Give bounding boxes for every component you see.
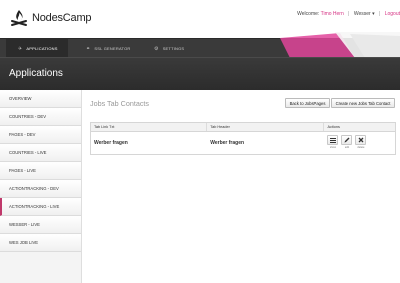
- column-header: Actions: [327, 125, 340, 129]
- decorative-stripes: [280, 32, 400, 58]
- gear-icon: ⚙: [154, 45, 159, 52]
- sidebar: OVERVIEW COUNTRIES - DEV PAGES - DEV COU…: [0, 90, 82, 283]
- logout-link[interactable]: Logout: [385, 11, 400, 17]
- sidebar-item-pages-dev[interactable]: PAGES - DEV: [0, 126, 81, 144]
- page-header: Applications: [0, 57, 400, 90]
- tab-applications[interactable]: ✈ APPLICATIONS: [6, 39, 68, 58]
- edit-label: edit: [344, 146, 350, 149]
- sidebar-item-actiontracking-dev[interactable]: ACTIONTRACKING - DEV: [0, 180, 81, 198]
- tab-label: SSL GENERATOR: [94, 46, 131, 51]
- sidebar-item-pages-live[interactable]: PAGES - LIVE: [0, 162, 81, 180]
- rocket-icon: ✈: [18, 45, 23, 52]
- user-bar: Welcome: Timo Hern | Wesser ▾ | Logout: [297, 11, 400, 17]
- user-name-link[interactable]: Timo Hern: [321, 11, 344, 17]
- delete-action: delete: [355, 135, 367, 149]
- column-header[interactable]: Tab Link Txt: [91, 123, 208, 131]
- main-nav: ✈ APPLICATIONS ⚭ SSL GENERATOR ⚙ SETTING…: [0, 32, 400, 58]
- chevron-down-icon[interactable]: ▾: [372, 11, 375, 17]
- row-actions: show edit delete: [324, 132, 395, 154]
- sidebar-item-wesser-live[interactable]: WESSER - LIVE: [0, 216, 81, 234]
- link-icon: ⚭: [86, 45, 91, 52]
- edit-button[interactable]: [341, 135, 353, 145]
- cell-tab-header: Werber fragen: [210, 140, 245, 146]
- welcome-label: Welcome:: [297, 11, 320, 17]
- show-label: show: [329, 146, 336, 149]
- divider: |: [379, 11, 381, 17]
- sidebar-item-overview[interactable]: OVERVIEW: [0, 90, 81, 108]
- delete-button[interactable]: [355, 135, 367, 145]
- delete-label: delete: [357, 146, 365, 149]
- sidebar-item-countries-live[interactable]: COUNTRIES - LIVE: [0, 144, 81, 162]
- page-title: Applications: [9, 68, 63, 79]
- pencil-icon: [344, 137, 350, 143]
- section-title: Jobs Tab Contacts: [90, 99, 149, 108]
- back-to-jobspages-button[interactable]: Back to JobsPages: [285, 98, 330, 108]
- create-jobs-tab-contact-button[interactable]: Create new Jobs Tab Contact: [331, 98, 395, 108]
- sidebar-item-actiontracking-live[interactable]: ACTIONTRACKING - LIVE: [0, 198, 81, 216]
- edit-action: edit: [341, 135, 353, 149]
- contacts-table: Tab Link Txt Tab Header Actions Werber f…: [90, 122, 396, 155]
- tab-label: APPLICATIONS: [26, 46, 58, 51]
- sidebar-item-wes-job-live[interactable]: WES JOB LIVE: [0, 234, 81, 252]
- list-icon: [329, 137, 336, 143]
- campfire-logo-icon: [11, 10, 27, 26]
- app-name: NodesCamp: [32, 12, 92, 24]
- tab-label: SETTINGS: [162, 46, 185, 51]
- show-action: show: [327, 135, 339, 149]
- tab-ssl-generator[interactable]: ⚭ SSL GENERATOR: [82, 39, 130, 58]
- column-header[interactable]: Tab Header: [207, 123, 325, 131]
- divider: |: [348, 11, 350, 17]
- client-selector[interactable]: Wesser: [354, 11, 371, 17]
- close-icon: [358, 137, 364, 143]
- main-content: Jobs Tab Contacts Back to JobsPages Crea…: [82, 90, 400, 283]
- table-header: Tab Link Txt Tab Header Actions: [91, 123, 395, 132]
- tab-settings[interactable]: ⚙ SETTINGS: [150, 39, 184, 58]
- sidebar-item-countries-dev[interactable]: COUNTRIES - DEV: [0, 108, 81, 126]
- show-button[interactable]: [327, 135, 339, 145]
- app-logo[interactable]: NodesCamp: [9, 8, 92, 28]
- cell-tab-link-txt: Werber fragen: [94, 140, 128, 146]
- table-row: Werber fragen Werber fragen show edit de…: [91, 132, 395, 154]
